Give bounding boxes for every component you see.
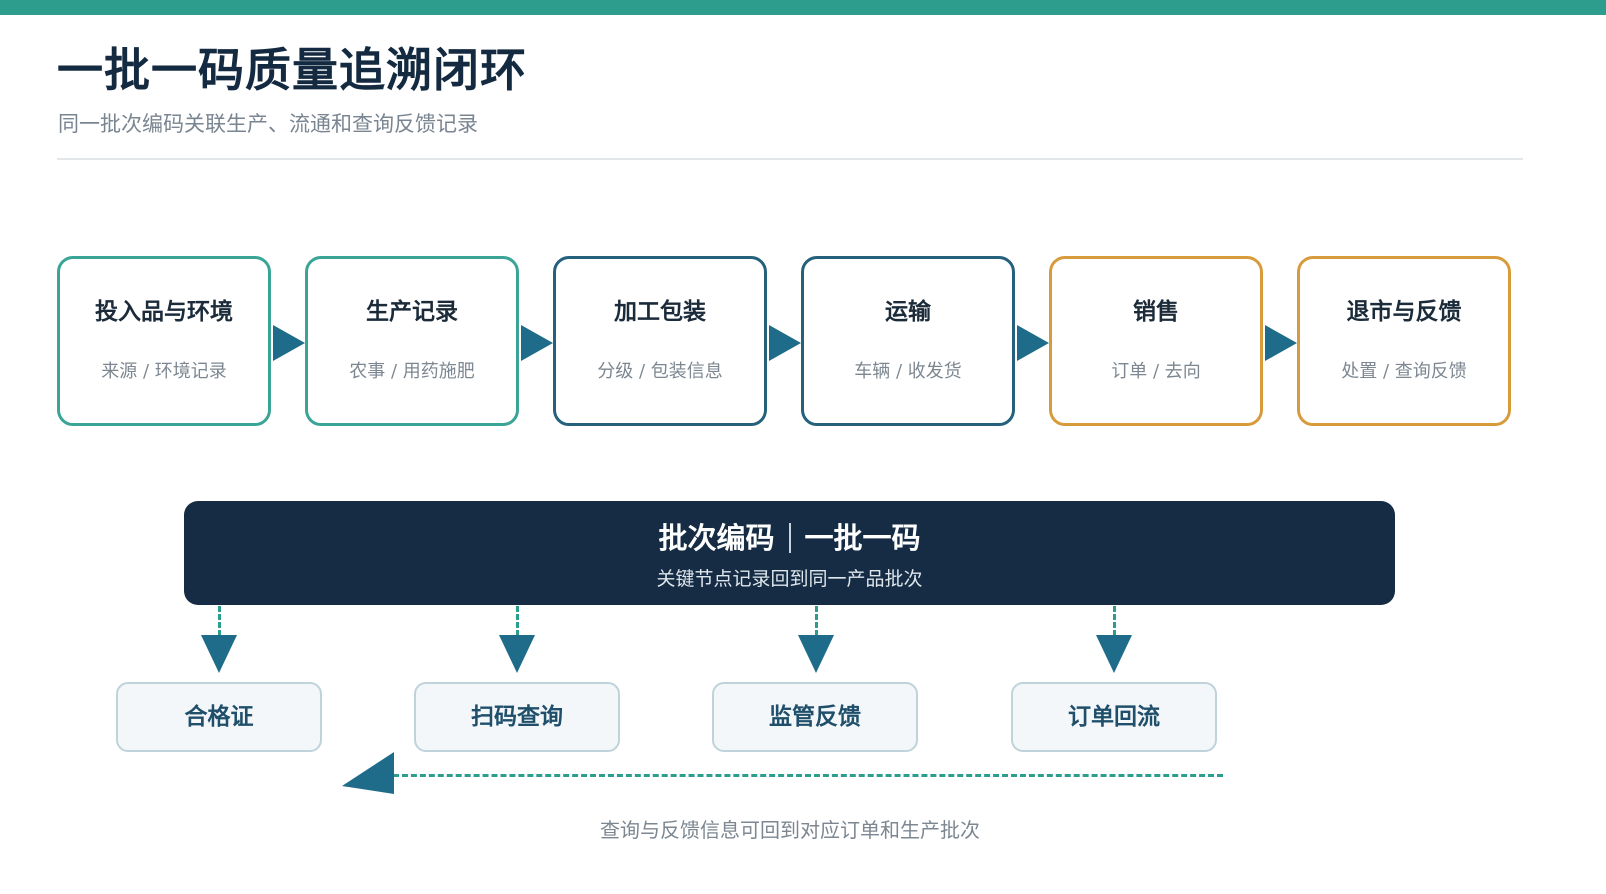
batch-title-right: 一批一码 xyxy=(804,521,921,555)
stage-title: 运输 xyxy=(885,298,931,325)
dashed-connector xyxy=(1113,606,1116,636)
flow-arrow-icon xyxy=(1017,325,1049,361)
flow-arrow-icon xyxy=(521,325,553,361)
batch-subtitle: 关键节点记录回到同一产品批次 xyxy=(656,568,923,590)
outlet-certificate: 合格证 xyxy=(116,682,322,752)
stage-sales: 销售 订单 / 去向 xyxy=(1049,256,1263,426)
stage-transport: 运输 车辆 / 收发货 xyxy=(801,256,1015,426)
batch-title: 批次编码 一批一码 xyxy=(184,515,1395,557)
down-arrow-icon xyxy=(499,635,535,673)
page-subtitle: 同一批次编码关联生产、流通和查询反馈记录 xyxy=(58,112,478,136)
stage-subtitle: 处置 / 查询反馈 xyxy=(1341,361,1467,382)
down-arrow-icon xyxy=(1096,635,1132,673)
outlet-regulatory-feedback: 监管反馈 xyxy=(712,682,918,752)
stage-title: 生产记录 xyxy=(366,298,458,325)
stage-subtitle: 来源 / 环境记录 xyxy=(101,361,227,382)
stage-processing-packaging: 加工包装 分级 / 包装信息 xyxy=(553,256,767,426)
stage-title: 退市与反馈 xyxy=(1346,298,1462,325)
stage-title: 投入品与环境 xyxy=(95,298,233,325)
stage-subtitle: 订单 / 去向 xyxy=(1111,361,1201,382)
stage-title: 销售 xyxy=(1133,298,1179,325)
stage-inputs-environment: 投入品与环境 来源 / 环境记录 xyxy=(57,256,271,426)
return-arrow-icon xyxy=(342,752,394,794)
stage-subtitle: 分级 / 包装信息 xyxy=(597,361,723,382)
dashed-connector xyxy=(218,606,221,636)
dashed-connector xyxy=(516,606,519,636)
stage-recall-feedback: 退市与反馈 处置 / 查询反馈 xyxy=(1297,256,1511,426)
page-title: 一批一码质量追溯闭环 xyxy=(57,43,527,97)
dashed-connector xyxy=(815,606,818,636)
title-separator xyxy=(788,523,791,553)
top-accent-bar xyxy=(0,0,1606,15)
stage-subtitle: 农事 / 用药施肥 xyxy=(349,361,475,382)
stage-production-record: 生产记录 农事 / 用药施肥 xyxy=(305,256,519,426)
return-caption: 查询与反馈信息可回到对应订单和生产批次 xyxy=(600,818,980,842)
flow-arrow-icon xyxy=(273,325,305,361)
down-arrow-icon xyxy=(798,635,834,673)
outlet-order-return: 订单回流 xyxy=(1011,682,1217,752)
flow-arrow-icon xyxy=(1265,325,1297,361)
stage-title: 加工包装 xyxy=(614,298,706,325)
stage-subtitle: 车辆 / 收发货 xyxy=(854,361,962,382)
batch-title-left: 批次编码 xyxy=(658,521,775,555)
batch-code-bar: 批次编码 一批一码 关键节点记录回到同一产品批次 xyxy=(184,501,1395,605)
outlet-scan-query: 扫码查询 xyxy=(414,682,620,752)
flow-arrow-icon xyxy=(769,325,801,361)
return-dashed-line xyxy=(393,774,1223,777)
header-divider xyxy=(57,158,1523,160)
down-arrow-icon xyxy=(201,635,237,673)
